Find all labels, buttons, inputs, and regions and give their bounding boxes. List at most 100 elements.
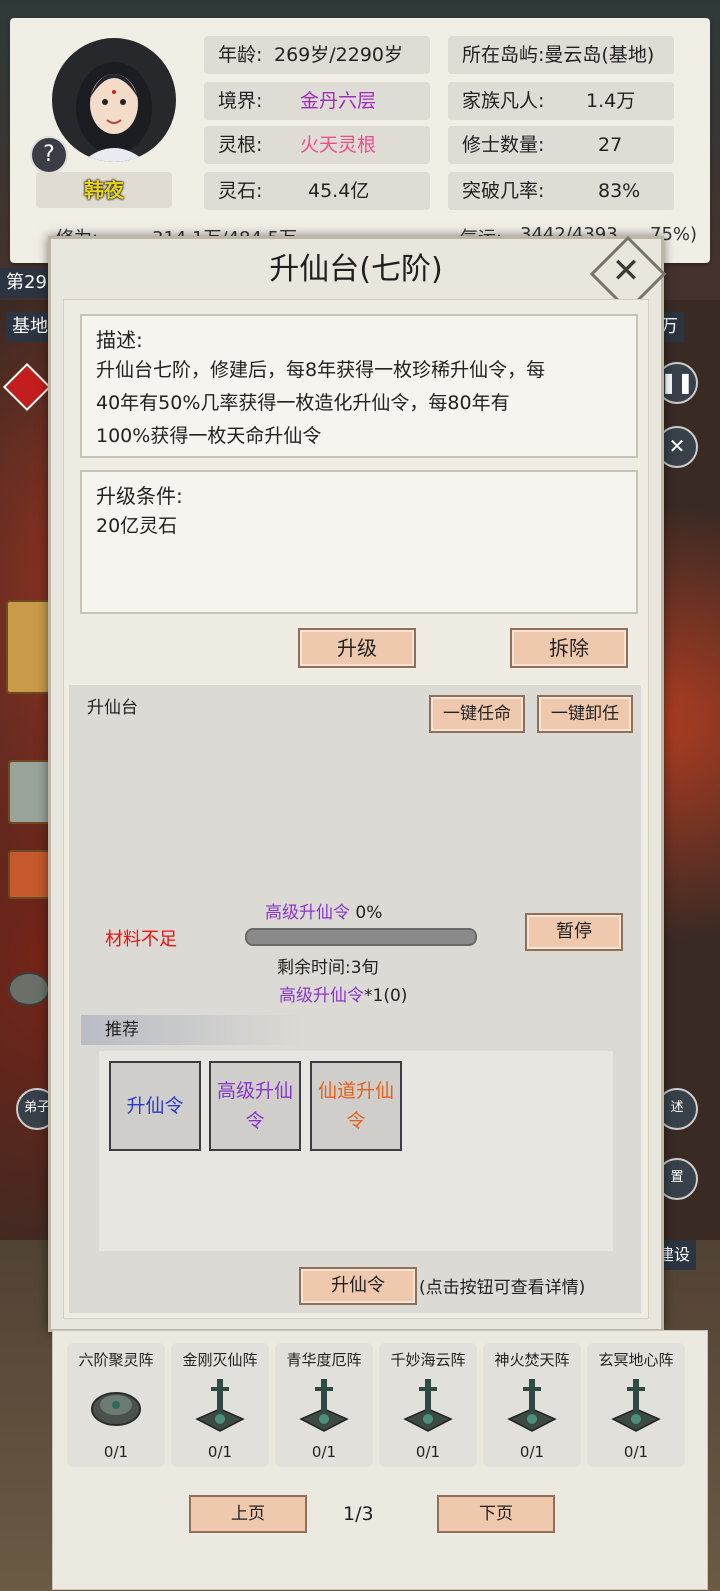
demolish-button[interactable]: 拆除 <box>510 628 628 668</box>
formation-card[interactable]: 神火焚天阵 0/1 <box>483 1343 581 1467</box>
formation-card[interactable]: 六阶聚灵阵 0/1 <box>67 1343 165 1467</box>
root-value: 火天灵根 <box>300 134 377 156</box>
token-card-2[interactable]: 高级升仙令 <box>209 1061 301 1151</box>
describe-label: 述 <box>670 1100 684 1115</box>
character-avatar[interactable] <box>52 38 176 162</box>
hall-building[interactable] <box>8 850 52 899</box>
dismiss-all-button[interactable]: 一键卸任 <box>537 695 633 733</box>
pagoda-building[interactable] <box>6 600 52 694</box>
stone-label: 灵石: <box>218 180 263 202</box>
production-area: 升仙台 一键任命 一键卸任 材料不足 高级升仙令 0% 剩余时间:3旬 高级升仙… <box>69 685 641 1313</box>
pause-button[interactable]: 暂停 <box>525 913 623 951</box>
description-heading: 描述: <box>96 328 143 352</box>
output-count: *1(0) <box>364 986 408 1006</box>
remaining-time: 剩余时间:3旬 <box>277 958 379 978</box>
condition-heading: 升级条件: <box>96 484 183 508</box>
progress-text: 0% <box>355 903 383 923</box>
recommend-area: 升仙令 高级升仙令 仙道升仙令 <box>99 1051 613 1251</box>
next-page-button[interactable]: 下页 <box>437 1495 555 1533</box>
formation-count: 0/1 <box>519 1443 545 1461</box>
detail-hint: (点击按钮可查看详情) <box>419 1278 586 1298</box>
formation-count: 0/1 <box>311 1443 337 1461</box>
age-stat: 年龄: 269岁/2290岁 <box>204 36 430 74</box>
output-line: 高级升仙令*1(0) <box>279 981 407 1006</box>
base-label: 基地 <box>6 312 54 342</box>
recommend-heading: 推荐 <box>81 1015 305 1045</box>
formation-name: 玄冥地心阵 <box>598 1351 674 1369</box>
material-warning: 材料不足 <box>105 929 177 950</box>
token-label-1: 升仙令 <box>126 1095 184 1117</box>
formation-name: 六阶聚灵阵 <box>78 1351 154 1369</box>
formation-card[interactable]: 青华度厄阵 0/1 <box>275 1343 373 1467</box>
island-stat: 所在岛屿:曼云岛(基地) <box>448 36 674 74</box>
cultivators-stat: 修士数量: 27 <box>448 126 674 164</box>
breakthrough-label: 突破几率: <box>462 180 545 202</box>
progress-label: 高级升仙令 0% <box>265 898 382 923</box>
token-label-3: 仙道升仙令 <box>317 1080 394 1132</box>
realm-value: 金丹六层 <box>300 90 377 112</box>
disciple-label: 弟子 <box>23 1100 50 1115</box>
island-text: 所在岛屿:曼云岛(基地) <box>462 44 655 66</box>
appoint-all-button[interactable]: 一键任命 <box>429 695 525 733</box>
description-line-1: 升仙台七阶，修建后，每8年获得一枚珍稀升仙令，每 <box>96 359 546 381</box>
sword-array-icon <box>299 1375 349 1433</box>
close-icon[interactable]: ✕ <box>611 251 641 291</box>
avatar-portrait <box>76 62 152 162</box>
token-card-3[interactable]: 仙道升仙令 <box>310 1061 402 1151</box>
upgrade-condition-box: 升级条件: 20亿灵石 <box>80 470 638 614</box>
formation-disc[interactable] <box>8 972 50 1006</box>
shrine-building[interactable] <box>8 760 52 824</box>
formation-count: 0/1 <box>623 1443 649 1461</box>
breakthrough-stat: 突破几率: 83% <box>448 172 674 210</box>
formation-card[interactable]: 金刚灭仙阵 0/1 <box>171 1343 269 1467</box>
token-label-2: 高级升仙令 <box>216 1080 293 1132</box>
production-title: 升仙台 <box>87 698 138 718</box>
realm-label: 境界: <box>218 90 263 112</box>
formation-count: 0/1 <box>103 1443 129 1461</box>
formation-name: 金刚灭仙阵 <box>182 1351 258 1369</box>
description-line-3: 100%获得一枚天命升仙令 <box>96 425 322 447</box>
formation-name: 神火焚天阵 <box>494 1351 570 1369</box>
formation-name: 青华度厄阵 <box>286 1351 362 1369</box>
mortals-label: 家族凡人: <box>462 90 545 112</box>
upgrade-button[interactable]: 升级 <box>298 628 416 668</box>
page-indicator: 1/3 <box>343 1503 374 1525</box>
prev-page-button[interactable]: 上页 <box>189 1495 307 1533</box>
stone-stat: 灵石: 45.4亿 <box>204 172 430 210</box>
formation-name: 千妙海云阵 <box>390 1351 466 1369</box>
condition-text: 20亿灵石 <box>96 515 178 537</box>
settings-label: 置 <box>670 1170 684 1185</box>
character-name: 韩夜 <box>36 172 172 208</box>
sword-array-icon <box>611 1375 661 1433</box>
cultivators-value: 27 <box>598 134 623 156</box>
help-button[interactable]: ? <box>30 136 68 174</box>
sword-array-icon <box>507 1375 557 1433</box>
mortals-value: 1.4万 <box>586 90 636 112</box>
description-line-2: 40年有50%几率获得一枚造化升仙令，每80年有 <box>96 392 510 414</box>
realm-stat: 境界: 金丹六层 <box>204 82 430 120</box>
formation-card[interactable]: 玄冥地心阵 0/1 <box>587 1343 685 1467</box>
dialog-title: 升仙台(七阶) <box>269 252 443 287</box>
building-dialog: 升仙台(七阶) ✕ 描述: 升仙台七阶，修建后，每8年获得一枚珍稀升仙令，每 4… <box>48 235 667 1332</box>
stone-value: 45.4亿 <box>308 180 370 202</box>
mortals-stat: 家族凡人: 1.4万 <box>448 82 674 120</box>
formation-card[interactable]: 千妙海云阵 0/1 <box>379 1343 477 1467</box>
root-stat: 灵根: 火天灵根 <box>204 126 430 164</box>
age-value: 269岁/2290岁 <box>274 44 404 66</box>
description-box: 描述: 升仙台七阶，修建后，每8年获得一枚珍稀升仙令，每 40年有50%几率获得… <box>80 314 638 458</box>
breakthrough-value: 83% <box>598 180 641 202</box>
age-label: 年龄: <box>218 44 263 66</box>
formation-panel: 六阶聚灵阵 0/1 金刚灭仙阵 0/1 青华度厄阵 0/1 千妙海云阵 0/1 神火焚天阵 0/1… <box>52 1330 708 1590</box>
token-detail-button[interactable]: 升仙令 <box>299 1267 417 1305</box>
root-label: 灵根: <box>218 134 263 156</box>
cultivators-label: 修士数量: <box>462 134 545 156</box>
progress-bar <box>245 928 477 946</box>
formation-count: 0/1 <box>415 1443 441 1461</box>
sword-array-icon <box>195 1375 245 1433</box>
token-card-1[interactable]: 升仙令 <box>109 1061 201 1151</box>
formation-count: 0/1 <box>207 1443 233 1461</box>
sword-array-icon <box>403 1375 453 1433</box>
output-name: 高级升仙令 <box>279 986 364 1006</box>
formation-list: 六阶聚灵阵 0/1 金刚灭仙阵 0/1 青华度厄阵 0/1 千妙海云阵 0/1 神火焚天阵 0/1… <box>67 1343 693 1471</box>
spirit-disc-icon <box>91 1375 141 1433</box>
